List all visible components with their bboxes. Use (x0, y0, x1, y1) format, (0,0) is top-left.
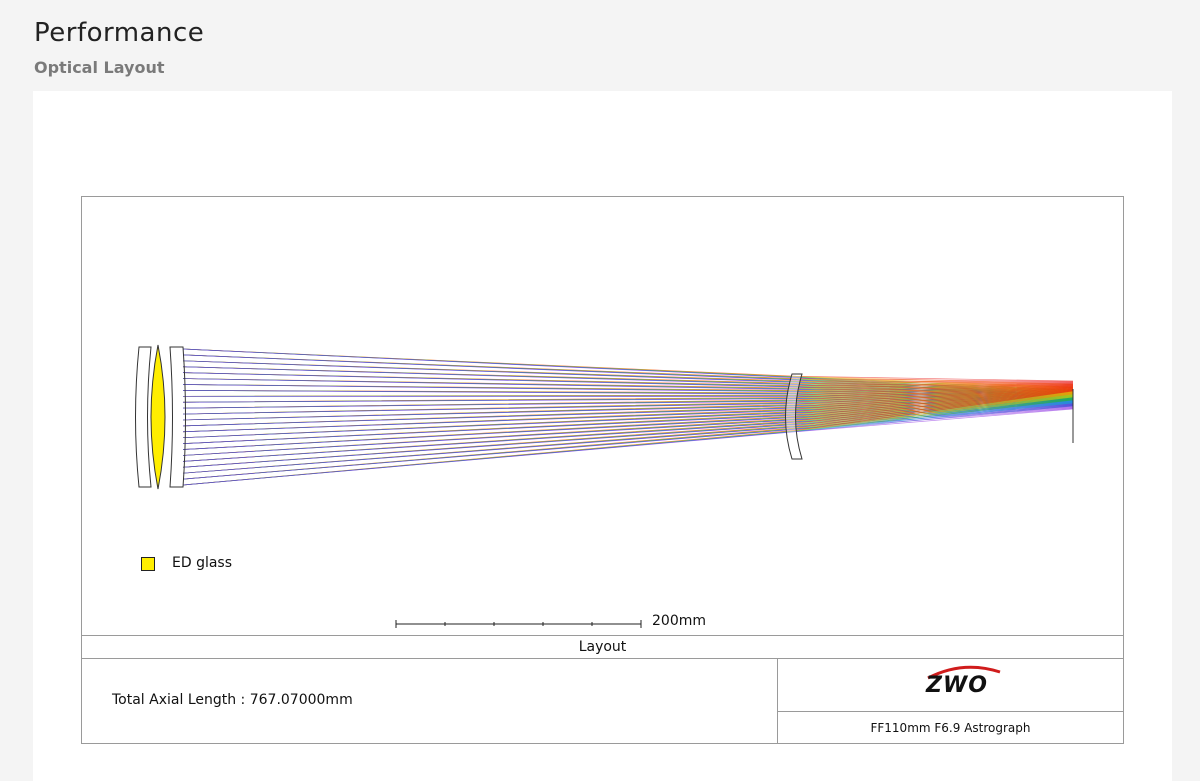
layout-title-row: Layout (82, 635, 1123, 659)
page-subtitle: Optical Layout (34, 58, 164, 77)
logo-cell: ZWO (778, 658, 1123, 712)
ray (183, 408, 1073, 473)
optical-layout-diagram: ED glass 200mm Layout Total Axial Length… (81, 196, 1124, 744)
scale-bar (396, 620, 641, 628)
ed-glass-element (151, 345, 165, 489)
total-axial-length: Total Axial Length : 767.07000mm (112, 692, 353, 708)
model-name: FF110mm F6.9 Astrograph (778, 712, 1123, 744)
objective-front-element (136, 347, 152, 487)
optical-raytrace-svg (82, 197, 1123, 635)
ray-bundle (183, 349, 1073, 485)
scale-bar-label: 200mm (652, 613, 706, 629)
ray (183, 409, 1073, 485)
objective-lens-group (136, 345, 186, 489)
zwo-logo: ZWO (926, 673, 988, 698)
legend-swatch-ed-glass (141, 557, 155, 571)
info-cell-length: Total Axial Length : 767.07000mm (82, 658, 778, 744)
objective-rear-element (170, 347, 186, 487)
legend-label: ED glass (172, 555, 232, 571)
ray (183, 355, 1073, 382)
page-title: Performance (34, 18, 204, 48)
